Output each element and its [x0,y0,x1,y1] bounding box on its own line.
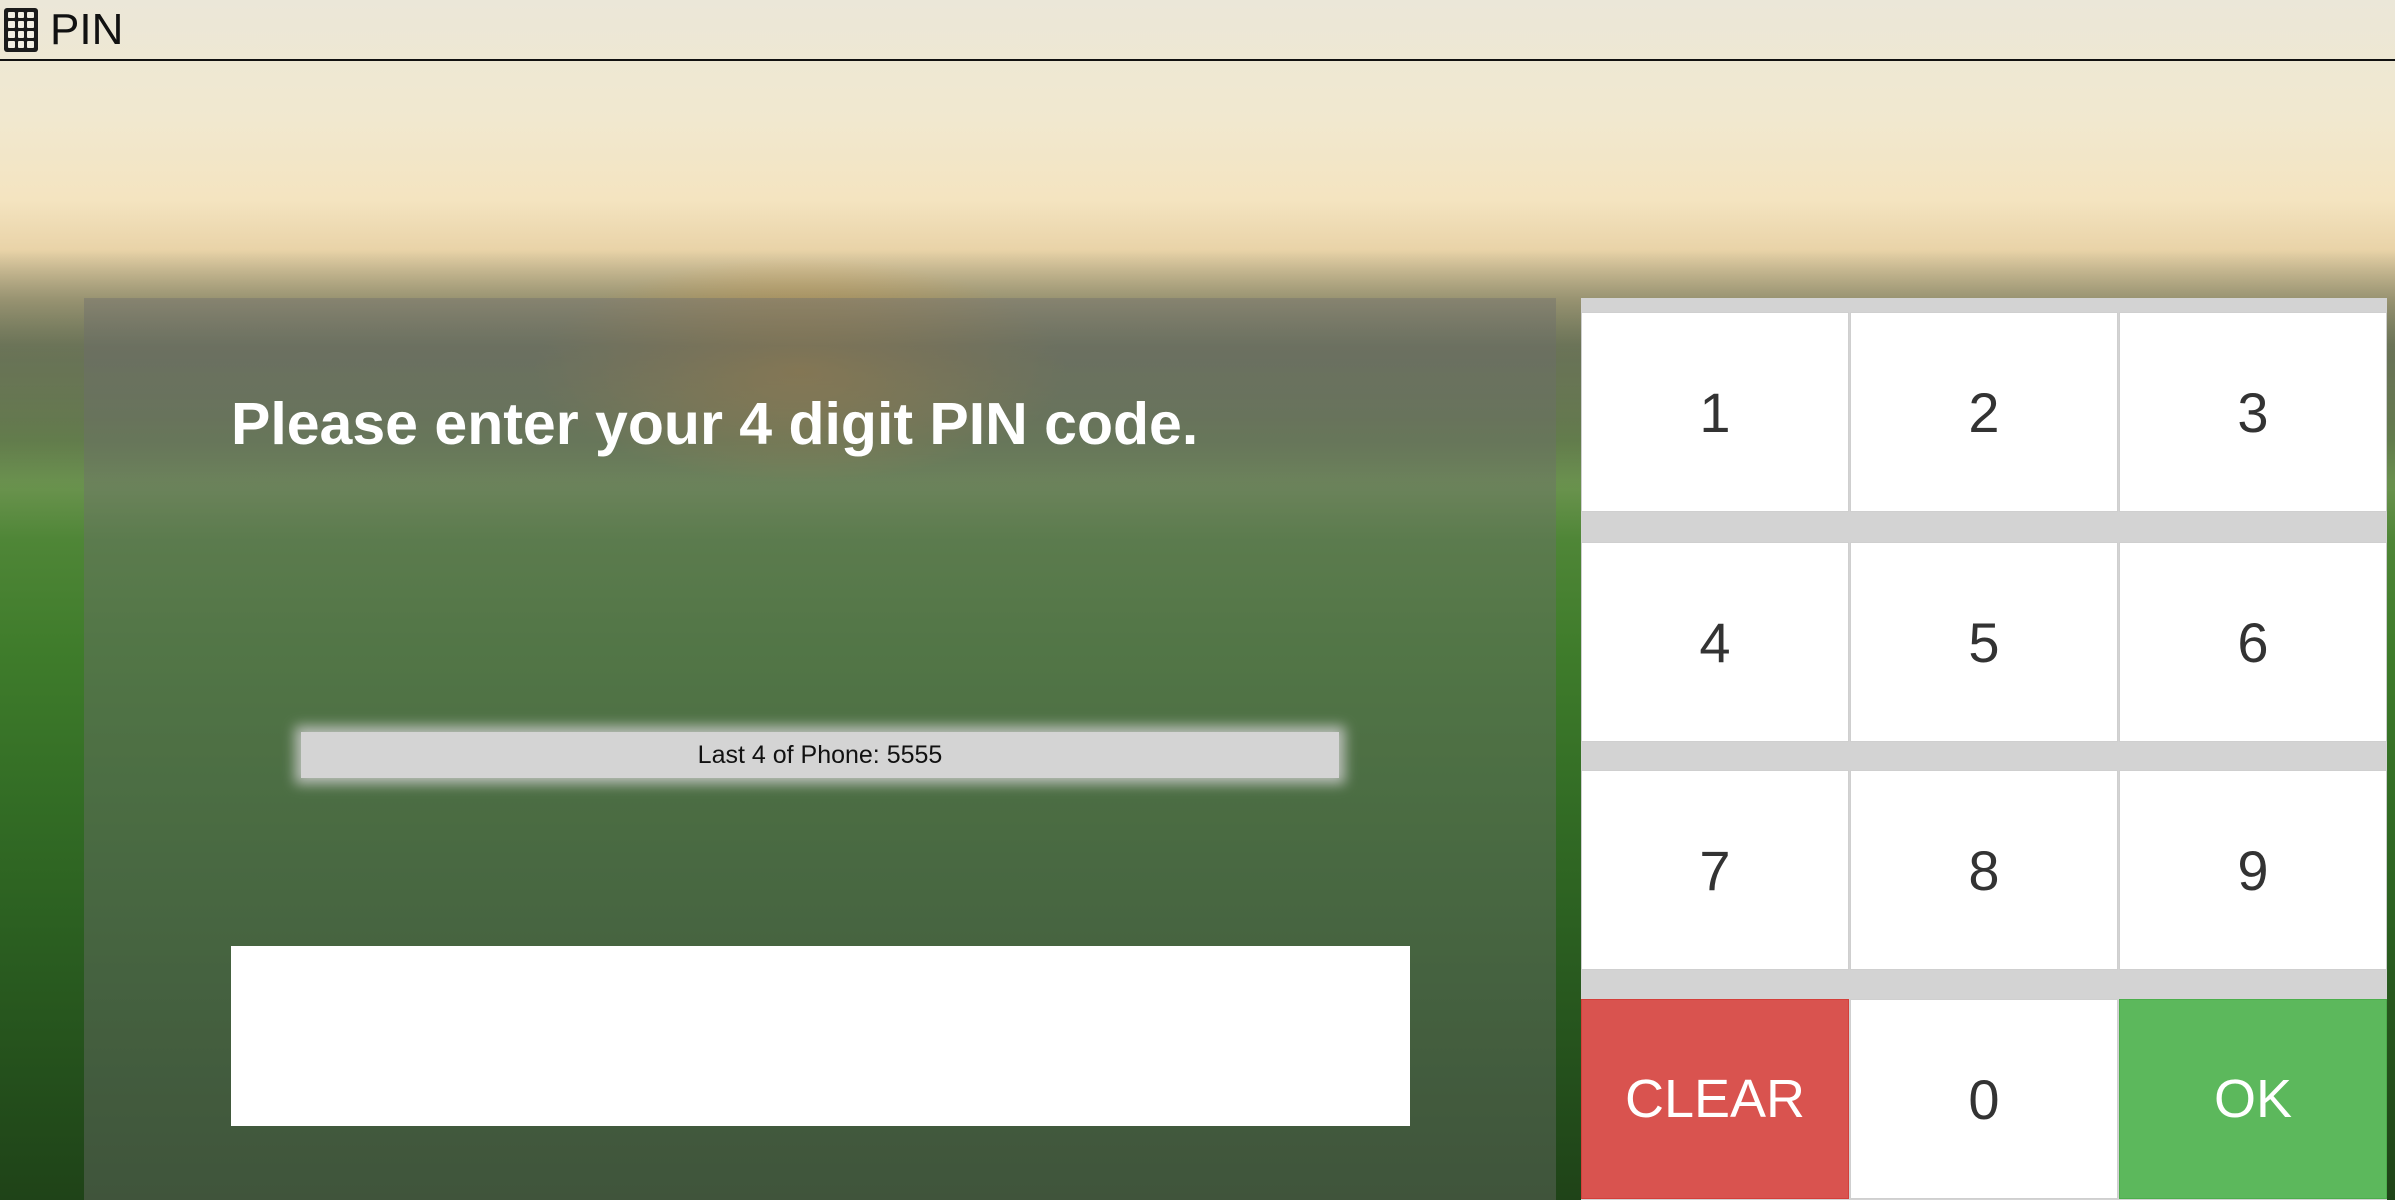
key-3[interactable]: 3 [2119,312,2387,512]
key-1[interactable]: 1 [1581,312,1849,512]
key-0[interactable]: 0 [1850,999,2118,1199]
pin-prompt: Please enter your 4 digit PIN code. [231,391,1199,457]
key-5[interactable]: 5 [1850,542,2118,742]
pin-entry-panel: Please enter your 4 digit PIN code. Last… [84,298,1556,1200]
phone-hint: Last 4 of Phone: 5555 [301,732,1339,778]
key-6[interactable]: 6 [2119,542,2387,742]
numeric-keypad: 1 2 3 4 5 6 7 8 9 CLEAR 0 OK [1581,298,2387,1200]
clear-button[interactable]: CLEAR [1581,999,1849,1199]
title-bar: PIN [0,0,2395,61]
key-7[interactable]: 7 [1581,770,1849,970]
keypad-icon [4,7,38,52]
ok-button[interactable]: OK [2119,999,2387,1199]
app-title: PIN [50,4,124,54]
key-8[interactable]: 8 [1850,770,2118,970]
key-9[interactable]: 9 [2119,770,2387,970]
pin-input[interactable] [231,946,1410,1126]
key-2[interactable]: 2 [1850,312,2118,512]
key-4[interactable]: 4 [1581,542,1849,742]
